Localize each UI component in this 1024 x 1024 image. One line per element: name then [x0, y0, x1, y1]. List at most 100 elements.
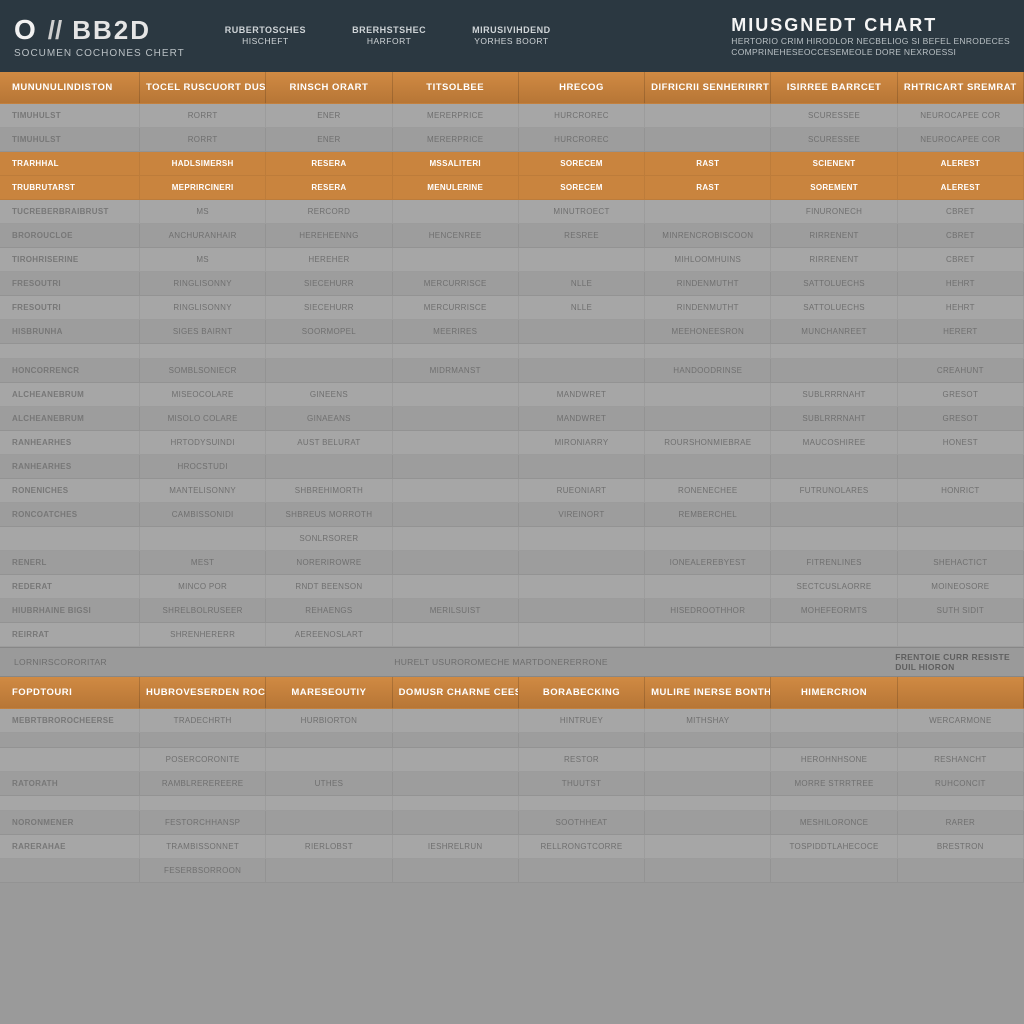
header-tab-1[interactable]: BRERHSTSHEC HARFORT: [352, 25, 426, 47]
header-tab-label: BRERHSTSHEC: [352, 25, 426, 36]
band1-col-6[interactable]: RHTRICART SREMRAT: [898, 72, 1024, 104]
band1-col-0[interactable]: TOCEL RUSCUORT DUSFELAIMRENT: [140, 72, 266, 104]
row-label: RANHEARHES: [0, 455, 140, 479]
table-cell: [266, 796, 392, 811]
table-cell: SATTOLUECHS: [771, 272, 897, 296]
table-cell: [771, 527, 897, 551]
table-cell: MINRENCROBISCOON: [645, 224, 771, 248]
table-cell: [393, 709, 519, 733]
table-cell: SOORMOPEL: [266, 320, 392, 344]
table-cell: [898, 503, 1024, 527]
table-cell: BRESTRON: [898, 835, 1024, 859]
header-tab-label: RUBERTOSCHES: [225, 25, 306, 36]
table-cell: MS: [140, 200, 266, 224]
table-cell: ENER: [266, 128, 392, 152]
app-header: O // BB2D SOCUMEN COCHONES CHERT RUBERTO…: [0, 0, 1024, 72]
logo-subtitle: SOCUMEN COCHONES CHERT: [14, 48, 185, 59]
table-cell: [519, 575, 645, 599]
table-cell: HEREHEENNG: [266, 224, 392, 248]
table-cell: TRAMBISSONNET: [140, 835, 266, 859]
table-cell: [393, 733, 519, 748]
row-label: TRARHHAL: [0, 152, 140, 176]
data-grid-1: TIMUHULSTRORRTENERMERERPRICEHURCRORECSCU…: [0, 104, 1024, 647]
table-cell: [519, 733, 645, 748]
header-title-block: MIUSGNEDT CHART HERTORIO CRIM HIRODLOR N…: [731, 15, 1010, 57]
table-cell: RESHANCHT: [898, 748, 1024, 772]
table-cell: [393, 248, 519, 272]
table-cell: SHBREUS MORROTH: [266, 503, 392, 527]
table-cell: NORERIROWRE: [266, 551, 392, 575]
header-tabs: RUBERTOSCHES HISCHEFT BRERHSTSHEC HARFOR…: [225, 25, 551, 47]
table-cell: GINEENS: [266, 383, 392, 407]
table-cell: MISEOCOLARE: [140, 383, 266, 407]
table-cell: VIREINORT: [519, 503, 645, 527]
table-cell: RIRRENENT: [771, 248, 897, 272]
table-cell: RUHCONCIT: [898, 772, 1024, 796]
table-cell: [519, 527, 645, 551]
table-cell: [266, 811, 392, 835]
header-tab-2[interactable]: MIRUSIVIHDEND YORHES BOORT: [472, 25, 551, 47]
band2-col-6[interactable]: [898, 677, 1024, 709]
band1-col-3[interactable]: HRECOG: [519, 72, 645, 104]
table-cell: [645, 104, 771, 128]
band2-col-0[interactable]: HUBROVESERDEN ROCKLONG: [140, 677, 266, 709]
section-divider-mid: HURELT USUROROMECHE MARTDONERERRONE: [394, 657, 608, 667]
table-cell: [519, 320, 645, 344]
table-cell: [140, 733, 266, 748]
band1-col-5[interactable]: ISIRREE BARRCET: [771, 72, 897, 104]
band1-col-1[interactable]: RINSCH ORART: [266, 72, 392, 104]
table-cell: ALEREST: [898, 176, 1024, 200]
row-label: RONCOATCHES: [0, 503, 140, 527]
table-cell: [393, 748, 519, 772]
table-cell: RESERA: [266, 152, 392, 176]
table-cell: [771, 455, 897, 479]
table-cell: SATTOLUECHS: [771, 296, 897, 320]
table-cell: GRESOT: [898, 383, 1024, 407]
band2-col-3[interactable]: BORABECKING: [519, 677, 645, 709]
table-cell: MANTELISONNY: [140, 479, 266, 503]
table-cell: GRESOT: [898, 407, 1024, 431]
page-subtitle-1: HERTORIO CRIM HIRODLOR NECBELIOG SI BEFE…: [731, 36, 1010, 47]
table-cell: MERERPRICE: [393, 104, 519, 128]
table-cell: ALEREST: [898, 152, 1024, 176]
table-cell: SIGES BAIRNT: [140, 320, 266, 344]
table-cell: RESREE: [519, 224, 645, 248]
table-cell: MESHILORONCE: [771, 811, 897, 835]
header-tab-label: MIRUSIVIHDEND: [472, 25, 551, 36]
row-label: [0, 859, 140, 883]
table-cell: FITRENLINES: [771, 551, 897, 575]
band1-col-2[interactable]: TITSOLBEE: [393, 72, 519, 104]
table-cell: [519, 248, 645, 272]
table-cell: [393, 455, 519, 479]
table-cell: SHBREHIMORTH: [266, 479, 392, 503]
header-tab-0[interactable]: RUBERTOSCHES HISCHEFT: [225, 25, 306, 47]
table-cell: SORECEM: [519, 152, 645, 176]
table-cell: [645, 407, 771, 431]
table-cell: [393, 383, 519, 407]
data-grid-2: MEBRTBROROCHEERSETRADECHRTHHURBIORTONHIN…: [0, 709, 1024, 883]
table-cell: HEROHNHSONE: [771, 748, 897, 772]
table-cell: SUBLRRRNAHT: [771, 383, 897, 407]
band2-col-5[interactable]: HIMERCRION: [771, 677, 897, 709]
band2-col-1[interactable]: MARESEOUTIY: [266, 677, 392, 709]
table-cell: [266, 344, 392, 359]
column-header-band-1: MUNUNULINDISTON TOCEL RUSCUORT DUSFELAIM…: [0, 72, 1024, 104]
table-cell: HEHRT: [898, 296, 1024, 320]
table-cell: AUST BELURAT: [266, 431, 392, 455]
table-cell: MANDWRET: [519, 383, 645, 407]
page-title: MIUSGNEDT CHART: [731, 15, 1010, 36]
row-label: FRESOUTRI: [0, 296, 140, 320]
table-cell: [266, 733, 392, 748]
row-label: TUCREBERBRAIBRUST: [0, 200, 140, 224]
table-cell: [771, 796, 897, 811]
table-cell: [645, 835, 771, 859]
table-cell: HURCROREC: [519, 104, 645, 128]
table-cell: [898, 455, 1024, 479]
row-label: TIMUHULST: [0, 104, 140, 128]
table-cell: SONLRSORER: [266, 527, 392, 551]
band2-col-2[interactable]: DOMUSR CHARNE CEESEHORE: [393, 677, 519, 709]
band2-col-4[interactable]: MULIRE INERSE BONTHERER: [645, 677, 771, 709]
band1-col-4[interactable]: DIFRICRII SENHERIRRT: [645, 72, 771, 104]
row-label: BROROUCLOE: [0, 224, 140, 248]
table-cell: CBRET: [898, 200, 1024, 224]
